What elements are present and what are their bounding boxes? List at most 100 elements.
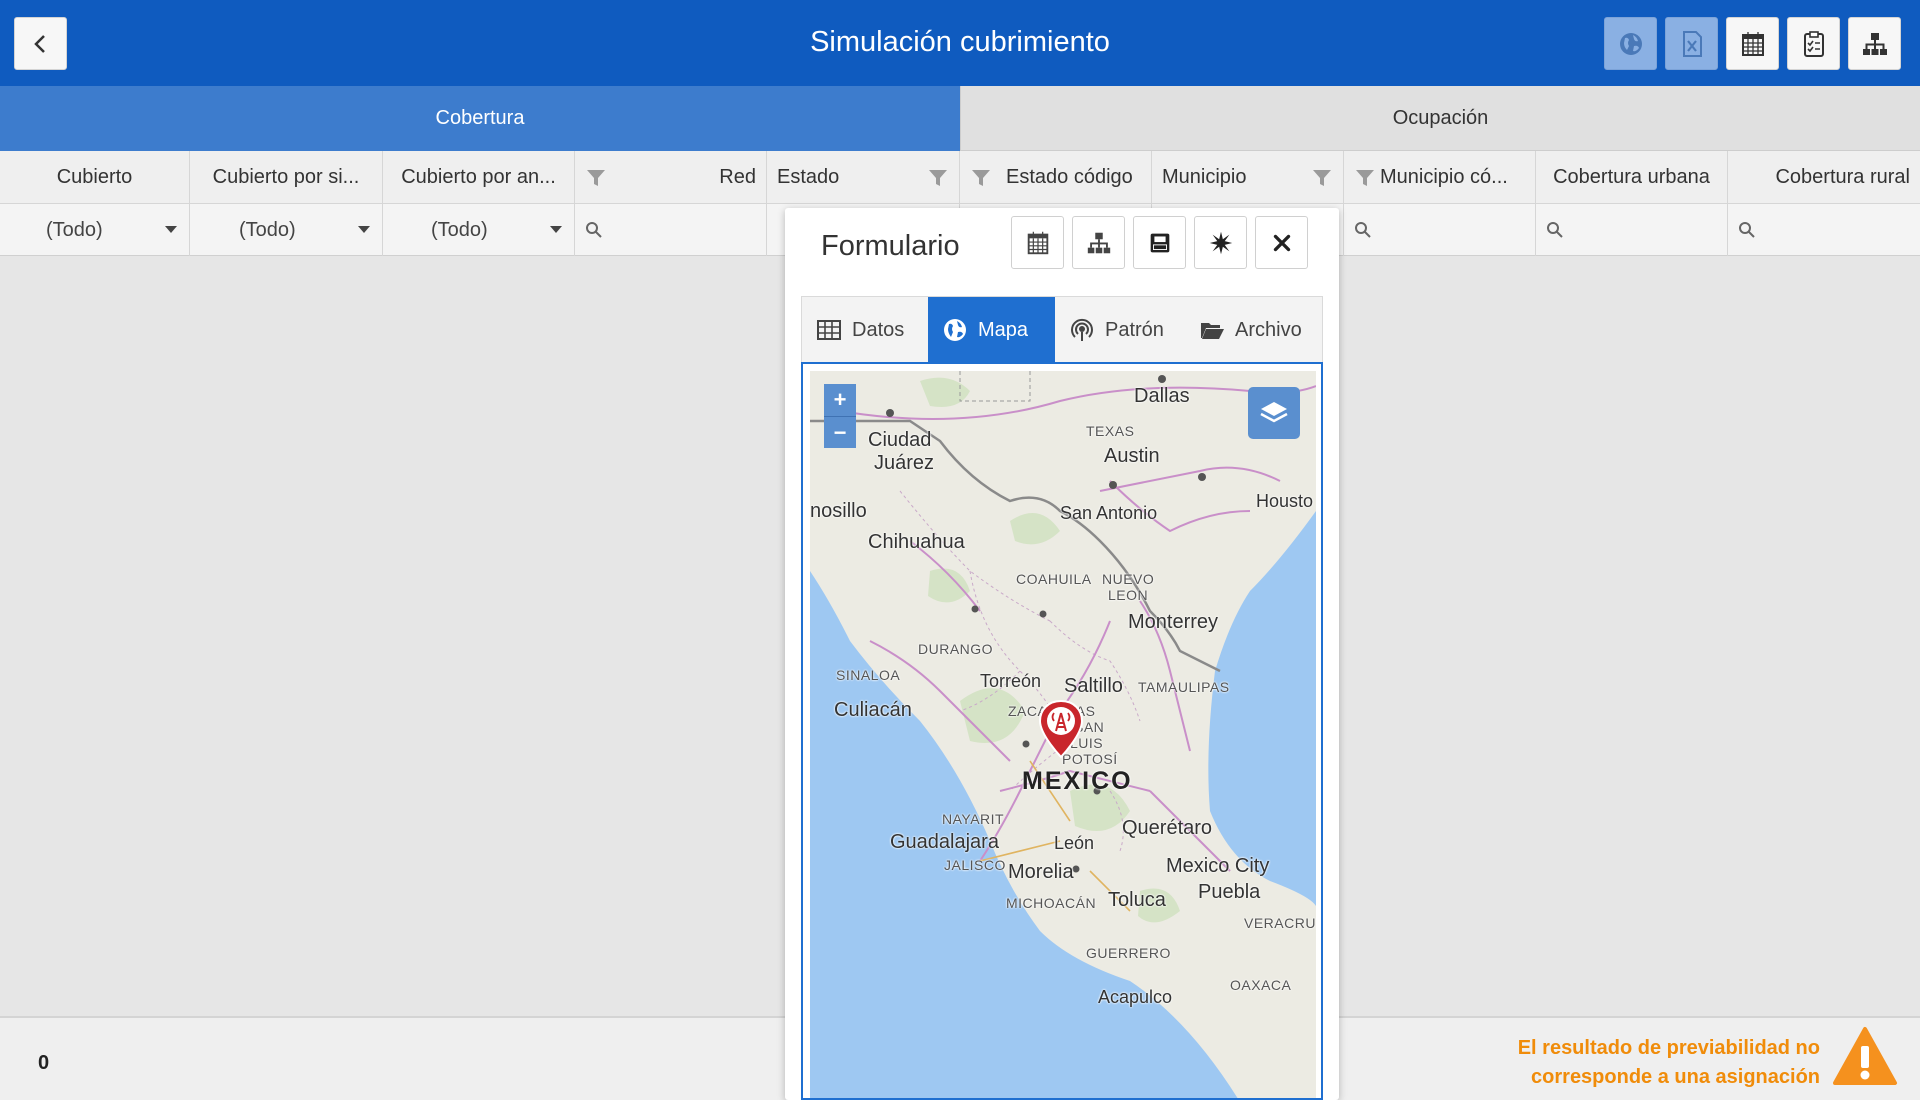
map-label: SINALOA: [836, 667, 901, 683]
map-label: Acapulco: [1098, 987, 1173, 1007]
column-header[interactable]: Cubierto por si...: [190, 151, 383, 204]
caret-down-icon: [358, 226, 370, 233]
map-label: NUEVO: [1102, 571, 1155, 587]
map-label: Querétaro: [1122, 817, 1213, 839]
folder-open-icon: [1201, 323, 1224, 339]
dialog-calendar-button[interactable]: [1011, 216, 1064, 269]
tab-cobertura[interactable]: Cobertura: [0, 86, 960, 151]
map-label: Puebla: [1198, 881, 1261, 903]
map-label: LEON: [1108, 587, 1149, 603]
caret-down-icon: [550, 226, 562, 233]
search-icon: [1547, 222, 1563, 238]
dialog-tabs: Datos Mapa Patrón Archivo: [801, 296, 1324, 363]
map-label: VERACRUZ: [1244, 915, 1316, 931]
zoom-out-button[interactable]: −: [824, 416, 856, 448]
map-label: MICHOACÁN: [1006, 895, 1097, 911]
tab-ocupacion[interactable]: Ocupación: [960, 86, 1920, 151]
search-icon: [1739, 222, 1755, 238]
map-label: NAYARIT: [942, 811, 1005, 827]
calendar-icon: [1741, 31, 1764, 56]
broadcast-icon: [1071, 318, 1093, 341]
map-label: San Antonio: [1060, 503, 1158, 523]
warning-icon: [1833, 1027, 1897, 1085]
dialog-close-button[interactable]: [1255, 216, 1308, 269]
hierarchy-button[interactable]: [1848, 17, 1901, 70]
form-dialog: Formulario Datos Mapa Patrón Archivo + −…: [785, 208, 1339, 1100]
excel-icon: [1682, 30, 1702, 57]
map-label: Chihuahua: [868, 531, 965, 553]
map-label: Dallas: [1134, 385, 1190, 407]
tab-mapa[interactable]: Mapa: [928, 297, 1055, 363]
layers-icon: [1260, 402, 1288, 423]
sitemap-icon: [1862, 32, 1887, 55]
filter-select[interactable]: (Todo): [383, 204, 575, 256]
tab-datos[interactable]: Datos: [802, 297, 928, 363]
map-label: JALISCO: [944, 857, 1006, 873]
calendar-button[interactable]: [1726, 17, 1779, 70]
tab-patron[interactable]: Patrón: [1055, 297, 1185, 363]
filter-search-input[interactable]: [1728, 204, 1920, 256]
map-label: GUERRERO: [1086, 945, 1171, 961]
search-icon: [586, 222, 602, 238]
globe-button[interactable]: [1604, 17, 1657, 70]
search-icon: [1355, 222, 1371, 238]
column-header[interactable]: Estado: [767, 151, 960, 204]
map-label: Monterrey: [1128, 611, 1219, 633]
filter-icon[interactable]: [1354, 167, 1376, 189]
dialog-title: Formulario: [821, 230, 960, 262]
map-label: DURANGO: [918, 641, 994, 657]
map-label: Austin: [1104, 445, 1160, 467]
map-label: Toluca: [1108, 889, 1166, 911]
map-label: Housto: [1256, 491, 1314, 511]
filter-icon[interactable]: [1311, 167, 1333, 189]
globe-icon: [1619, 32, 1642, 55]
grid-header: Cubierto Cubierto por si... Cubierto por…: [0, 151, 1920, 204]
column-header[interactable]: Estado código: [960, 151, 1152, 204]
map-label: Saltillo: [1064, 675, 1123, 697]
map-label: Ciudad: [868, 429, 932, 451]
filter-icon[interactable]: [970, 167, 992, 189]
column-header[interactable]: Cobertura rural: [1728, 151, 1920, 204]
antenna-marker-icon[interactable]: [1036, 699, 1086, 761]
map-label: TAMAULIPAS: [1138, 679, 1230, 695]
filter-search-input[interactable]: [1344, 204, 1536, 256]
dialog-save-button[interactable]: [1133, 216, 1186, 269]
column-header[interactable]: Red: [575, 151, 767, 204]
clipboard-checklist-button[interactable]: [1787, 17, 1840, 70]
layers-button[interactable]: [1248, 387, 1300, 439]
map-label: León: [1054, 833, 1095, 853]
filter-icon[interactable]: [927, 167, 949, 189]
excel-export-button[interactable]: [1665, 17, 1718, 70]
zoom-in-button[interactable]: +: [824, 384, 856, 416]
column-header[interactable]: Cobertura urbana: [1536, 151, 1728, 204]
filter-icon[interactable]: [585, 167, 607, 189]
filter-search-input[interactable]: [575, 204, 767, 256]
globe-icon: [944, 319, 966, 341]
calendar-icon: [1027, 231, 1048, 254]
filter-select[interactable]: (Todo): [0, 204, 190, 256]
filter-search-input[interactable]: [1536, 204, 1728, 256]
map-label: Torreón: [980, 671, 1042, 691]
map-label: Mexico City: [1166, 855, 1270, 877]
map-label: COAHUILA: [1016, 571, 1092, 587]
dialog-hierarchy-button[interactable]: [1072, 216, 1125, 269]
top-bar: Simulación cubrimiento: [0, 0, 1920, 86]
column-header[interactable]: Municipio có...: [1344, 151, 1536, 204]
close-icon: [1273, 234, 1290, 251]
map-label: OAXACA: [1230, 977, 1292, 993]
dialog-burst-button[interactable]: [1194, 216, 1247, 269]
column-header[interactable]: Cubierto: [0, 151, 190, 204]
tab-archivo[interactable]: Archivo: [1185, 297, 1324, 363]
filter-select[interactable]: (Todo): [190, 204, 383, 256]
map-view[interactable]: + − Dallas TEXAS Austin Ciudad Juárez Sa…: [810, 371, 1316, 1098]
burst-icon: [1209, 231, 1232, 254]
save-icon: [1150, 233, 1169, 252]
column-header[interactable]: Municipio: [1152, 151, 1344, 204]
map-label: Morelia: [1008, 861, 1074, 883]
record-count: 0: [38, 1052, 50, 1074]
column-header[interactable]: Cubierto por an...: [383, 151, 575, 204]
clipboard-checklist-icon: [1803, 30, 1824, 57]
table-icon: [817, 320, 841, 340]
map-label: Juárez: [874, 452, 935, 474]
map-label: Guadalajara: [890, 831, 999, 853]
